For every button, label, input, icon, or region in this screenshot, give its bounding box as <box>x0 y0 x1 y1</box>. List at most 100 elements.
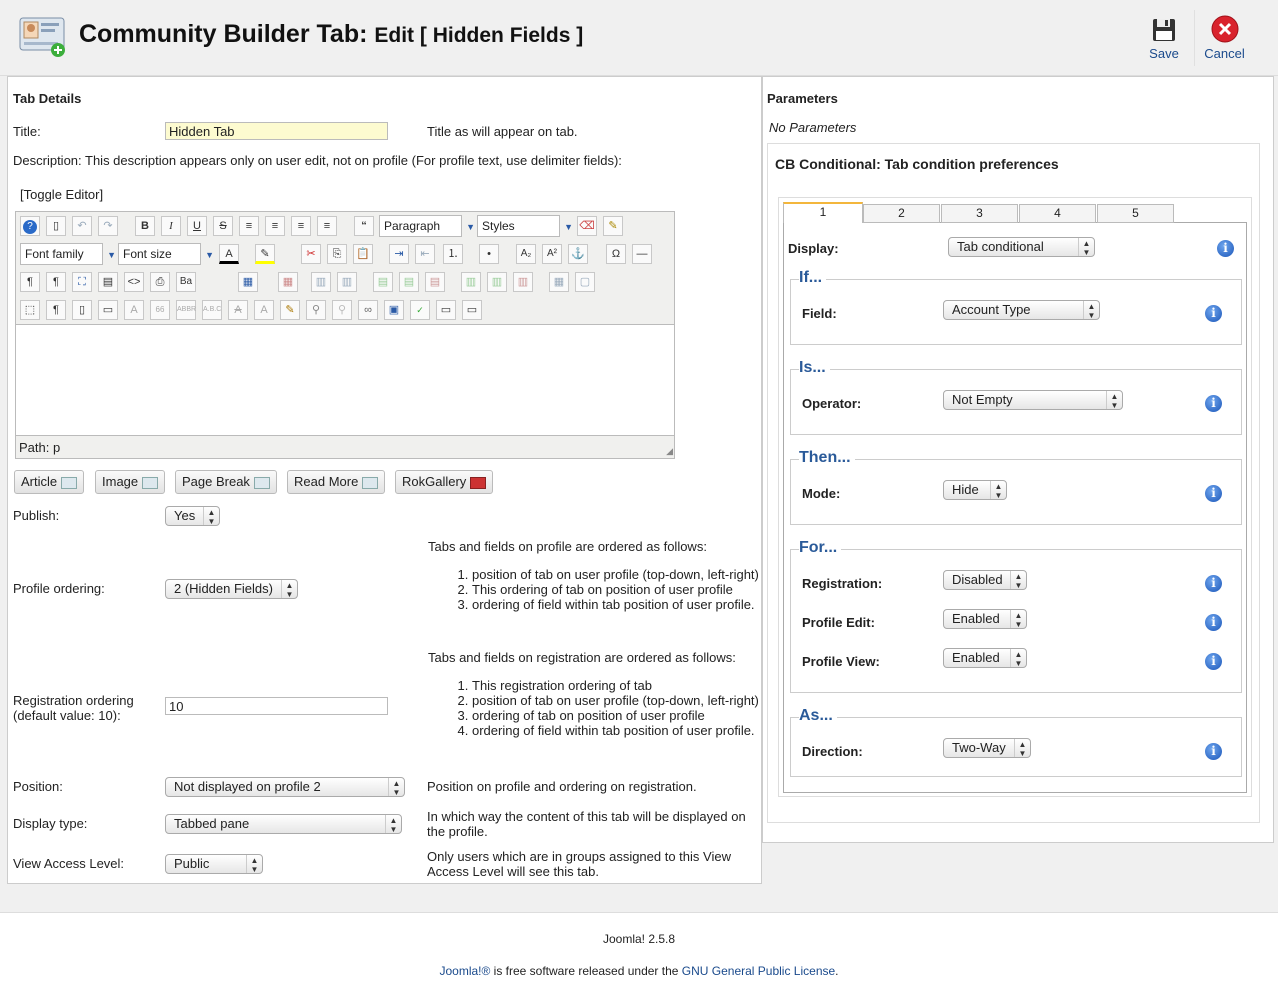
spellcheck-icon[interactable]: ✓ <box>410 300 430 320</box>
horizontal-rule-icon[interactable]: — <box>632 244 652 264</box>
info-icon[interactable]: i <box>1205 653 1222 670</box>
publish-select[interactable]: Yes ▲ ▼ <box>165 506 220 526</box>
code-icon[interactable]: <> <box>124 272 144 292</box>
access-select[interactable]: Public ▲ ▼ <box>165 854 263 874</box>
joomla-link[interactable]: Joomla!® <box>439 964 490 978</box>
delete-table-icon[interactable]: ▦ <box>278 272 298 292</box>
numbered-list-icon[interactable]: ⒈ <box>443 244 463 264</box>
insert-col-before-icon[interactable]: ▥ <box>461 272 481 292</box>
delete-row-icon[interactable]: ▤ <box>425 272 445 292</box>
highlight-color-icon[interactable]: ✎ <box>255 244 275 264</box>
cut-icon[interactable]: ✂ <box>301 244 321 264</box>
info-icon[interactable]: i <box>1205 395 1222 412</box>
tab-5[interactable]: 5 <box>1097 204 1174 223</box>
fullscreen-icon[interactable]: ⛶ <box>72 272 92 292</box>
strikethrough-icon[interactable]: S <box>213 216 233 236</box>
bullet-list-icon[interactable]: • <box>479 244 499 264</box>
field-select[interactable]: Account Type ▲ ▼ <box>943 300 1100 320</box>
table-cell-props-icon[interactable]: ▥ <box>337 272 357 292</box>
absolute-icon[interactable]: ⚲ <box>306 300 326 320</box>
tab-3[interactable]: 3 <box>941 204 1018 223</box>
insert-file-icon[interactable]: ▯ <box>72 300 92 320</box>
image-icon[interactable]: ▣ <box>384 300 404 320</box>
toggle-editor-link[interactable]: [Toggle Editor] <box>20 187 103 202</box>
print-icon[interactable]: ⎙ <box>150 272 170 292</box>
paragraph-format-select[interactable]: Paragraph ▼ <box>379 215 475 237</box>
profile-ordering-select[interactable]: 2 (Hidden Fields) ▲ ▼ <box>165 579 298 599</box>
info-icon[interactable]: i <box>1217 240 1234 257</box>
text-color-icon[interactable]: A <box>219 244 239 264</box>
align-center-icon[interactable]: ≡ <box>265 216 285 236</box>
layer-icon[interactable]: ⚲ <box>332 300 352 320</box>
insert-table-icon[interactable]: ▦ <box>238 272 258 292</box>
font-size-select[interactable]: Font size ▼ <box>118 243 214 265</box>
editor-content-area[interactable] <box>16 324 674 436</box>
subscript-icon[interactable]: A₂ <box>516 244 536 264</box>
split-cells-icon[interactable]: ▦ <box>549 272 569 292</box>
insert-row-before-icon[interactable]: ▤ <box>373 272 393 292</box>
show-blocks-icon[interactable]: ¶ <box>46 300 66 320</box>
tab-1[interactable]: 1 <box>783 202 863 223</box>
redo-icon[interactable]: ↷ <box>98 216 118 236</box>
attributes-icon[interactable]: ✎ <box>280 300 300 320</box>
info-icon[interactable]: i <box>1205 305 1222 322</box>
direction-select[interactable]: Two-Way ▲ ▼ <box>943 738 1031 758</box>
page-break-icon[interactable]: ▭ <box>436 300 456 320</box>
profile-view-select[interactable]: Enabled ▲ ▼ <box>943 648 1027 668</box>
mode-select[interactable]: Hide ▲ ▼ <box>943 480 1007 500</box>
special-character-icon[interactable]: Ω <box>606 244 626 264</box>
undo-icon[interactable]: ↶ <box>72 216 92 236</box>
title-input[interactable]: Hidden Tab <box>165 122 388 140</box>
rokgallery-button[interactable]: RokGallery <box>395 470 494 494</box>
superscript-icon[interactable]: A² <box>542 244 562 264</box>
link-icon[interactable]: ∞ <box>358 300 378 320</box>
merge-cells-icon[interactable]: ▢ <box>575 272 595 292</box>
template-icon[interactable]: ▭ <box>98 300 118 320</box>
abbreviation-icon[interactable]: Ba <box>176 272 196 292</box>
cleanup-brush-icon[interactable]: ✎ <box>603 216 623 236</box>
italic-icon[interactable]: I <box>161 216 181 236</box>
info-icon[interactable]: i <box>1205 575 1222 592</box>
article-button[interactable]: Article <box>14 470 85 494</box>
copy-icon[interactable]: ⎘ <box>327 244 347 264</box>
insert-col-after-icon[interactable]: ▥ <box>487 272 507 292</box>
styles-props-icon[interactable]: A <box>124 300 144 320</box>
ltr-icon[interactable]: ¶ <box>20 272 40 292</box>
indent-icon[interactable]: ⇥ <box>389 244 409 264</box>
visual-aid-icon[interactable]: ⬚ <box>20 300 40 320</box>
media-icon[interactable]: ▭ <box>462 300 482 320</box>
info-icon[interactable]: i <box>1205 614 1222 631</box>
abbr-icon[interactable]: ABBR <box>176 300 196 320</box>
delete-col-icon[interactable]: ▥ <box>513 272 533 292</box>
table-row-props-icon[interactable]: ▥ <box>311 272 331 292</box>
display-select[interactable]: Tab conditional ▲ ▼ <box>948 237 1095 257</box>
align-left-icon[interactable]: ≡ <box>291 216 311 236</box>
insertion-icon[interactable]: A <box>254 300 274 320</box>
info-icon[interactable]: i <box>1205 485 1222 502</box>
bold-icon[interactable]: B <box>135 216 155 236</box>
acronym-icon[interactable]: A.B.C <box>202 300 222 320</box>
new-document-icon[interactable]: ▯ <box>46 216 66 236</box>
gpl-link[interactable]: GNU General Public License <box>682 964 835 978</box>
eraser-icon[interactable]: ⌫ <box>577 216 597 236</box>
cancel-button[interactable]: Cancel <box>1194 10 1254 66</box>
resize-handle-icon[interactable]: ◢ <box>666 446 673 457</box>
blockquote-icon[interactable]: “ <box>354 216 374 236</box>
read-more-button[interactable]: Read More <box>287 470 386 494</box>
paste-icon[interactable]: 📋 <box>353 244 373 264</box>
align-right-icon[interactable]: ≡ <box>317 216 337 236</box>
help-icon[interactable]: ? <box>20 216 40 236</box>
registration-select[interactable]: Disabled ▲ ▼ <box>943 570 1027 590</box>
deletion-icon[interactable]: A <box>228 300 248 320</box>
page-break-button[interactable]: Page Break <box>175 470 277 494</box>
registration-ordering-input[interactable]: 10 <box>165 697 388 715</box>
underline-icon[interactable]: U <box>187 216 207 236</box>
styles-select[interactable]: Styles ▼ <box>477 215 573 237</box>
info-icon[interactable]: i <box>1205 743 1222 760</box>
tab-4[interactable]: 4 <box>1019 204 1096 223</box>
align-justify-icon[interactable]: ≡ <box>239 216 259 236</box>
position-select[interactable]: Not displayed on profile 2 ▲ ▼ <box>165 777 405 797</box>
image-button[interactable]: Image <box>95 470 166 494</box>
outdent-icon[interactable]: ⇤ <box>415 244 435 264</box>
font-family-select[interactable]: Font family ▼ <box>20 243 116 265</box>
